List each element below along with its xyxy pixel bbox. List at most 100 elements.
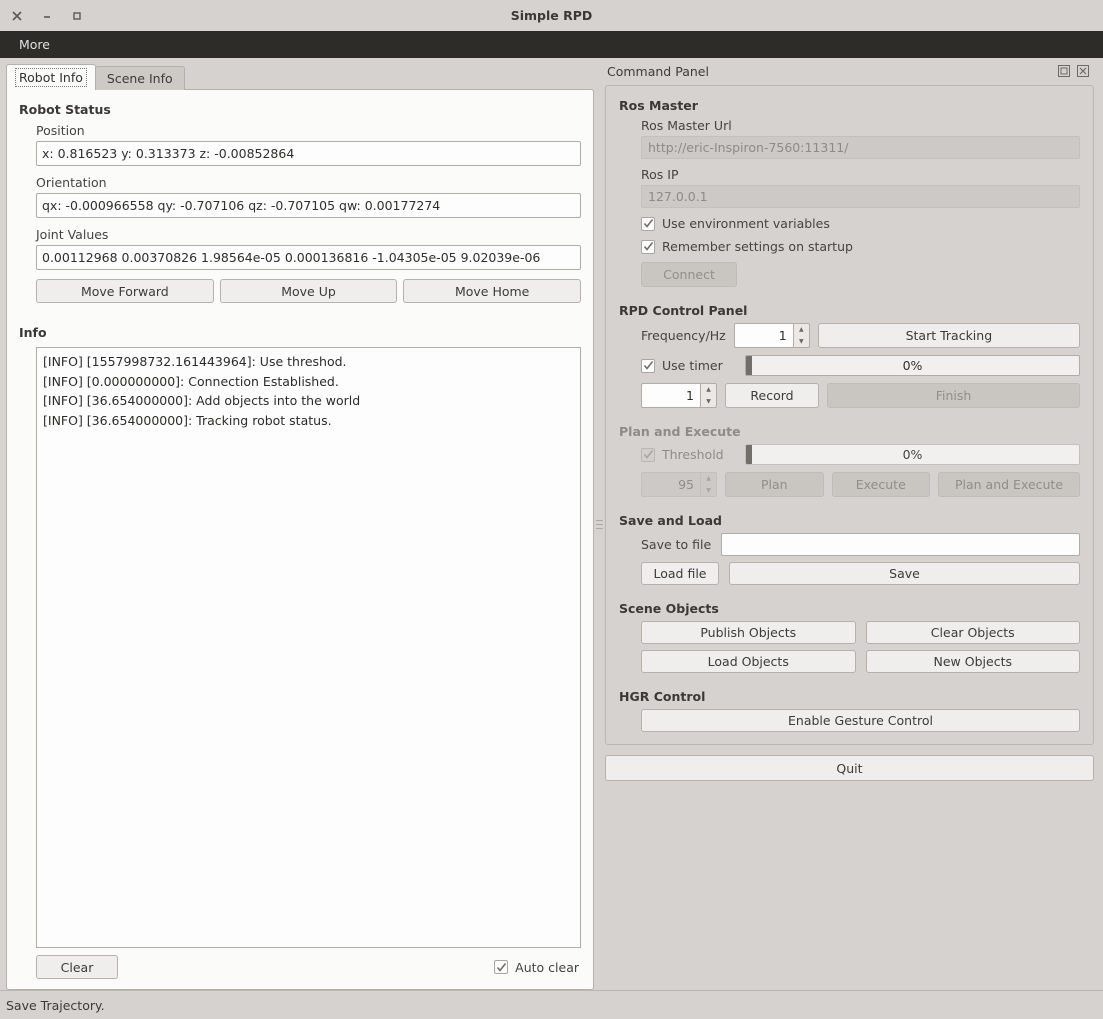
auto-clear-label: Auto clear [515,959,579,975]
statusbar-text: Save Trajectory. [6,997,105,1013]
pane-splitter[interactable] [594,58,605,990]
start-tracking-button[interactable]: Start Tracking [817,323,1080,348]
robot-status-title: Robot Status [19,102,111,117]
position-field[interactable]: x: 0.816523 y: 0.313373 z: -0.00852864 [36,141,581,166]
use-environment-variables-checkbox[interactable]: Use environment variables [641,216,830,231]
close-icon[interactable] [9,8,25,24]
move-home-button[interactable]: Move Home [403,279,582,303]
clear-log-button[interactable]: Clear [36,955,118,979]
execute-button[interactable]: Execute [831,472,931,497]
threshold-progress-bar: 0% [745,444,1080,465]
record-count-value: 1 [641,383,700,408]
progress-chunk [746,445,752,464]
ros-master-url-field[interactable]: http://eric-Inspiron-7560:11311/ [641,136,1080,159]
threshold-row: Threshold 0% [641,444,1080,465]
minimize-icon[interactable] [39,8,55,24]
save-button[interactable]: Save [729,562,1080,585]
remember-settings-checkbox[interactable]: Remember settings on startup [641,239,853,254]
ros-master-title: Ros Master [619,98,698,113]
threshold-spinbox[interactable]: 95 ▲ ▼ [641,472,717,497]
frequency-spinbox[interactable]: 1 ▲ ▼ [733,323,810,348]
auto-clear-checkbox[interactable]: Auto clear [494,960,579,975]
log-line: [INFO] [1557998732.161443964]: Use thres… [43,354,347,369]
spin-arrows[interactable]: ▲ ▼ [700,472,717,497]
move-up-button[interactable]: Move Up [219,279,398,303]
robot-info-panel: Robot Status Position x: 0.816523 y: 0.3… [6,89,594,990]
use-timer-row: Use timer 0% [641,355,1080,376]
move-buttons-row: Move Forward Move Up Move Home [36,279,582,303]
tab-robot-info[interactable]: Robot Info [6,64,96,90]
window-title: Simple RPD [510,8,593,23]
ros-ip-label: Ros IP [641,167,679,182]
save-to-file-input[interactable] [721,533,1080,556]
threshold-checkbox[interactable]: Threshold [641,447,737,462]
position-label: Position [36,123,85,138]
progress-chunk [746,356,752,375]
checkmark-icon [641,447,655,462]
window-controls [0,8,85,24]
spin-arrows[interactable]: ▲ ▼ [792,323,810,348]
chevron-up-icon[interactable]: ▲ [701,473,716,485]
command-panel-header: Command Panel [605,58,1094,85]
menubar: More [0,31,1103,58]
ros-ip-field[interactable]: 127.0.0.1 [641,185,1080,208]
connect-button[interactable]: Connect [641,262,737,287]
plan-and-execute-button[interactable]: Plan and Execute [938,472,1080,497]
frequency-row: Frequency/Hz 1 ▲ ▼ Start Tracking [641,323,1080,348]
save-to-file-label: Save to file [641,537,712,552]
frequency-label: Frequency/Hz [641,328,726,343]
use-timer-checkbox[interactable]: Use timer [641,358,737,373]
quit-button[interactable]: Quit [605,755,1094,781]
statusbar: Save Trajectory. [0,990,1103,1019]
chevron-down-icon[interactable]: ▼ [794,336,809,348]
chevron-up-icon[interactable]: ▲ [794,324,809,336]
command-panel-box: Ros Master Ros Master Url http://eric-In… [605,85,1094,745]
maximize-icon[interactable] [69,8,85,24]
checkmark-icon [641,216,655,231]
info-log[interactable]: [INFO] [1557998732.161443964]: Use thres… [36,347,581,948]
move-forward-button[interactable]: Move Forward [36,279,214,303]
checkmark-icon [641,239,655,254]
close-icon[interactable] [1076,64,1091,79]
command-panel-title: Command Panel [607,64,709,79]
remember-settings-row: Remember settings on startup [641,239,1080,255]
checkmark-icon [641,358,655,373]
application-window: Simple RPD More Robot Info Scene Info Ro… [0,0,1103,1019]
frequency-value: 1 [733,323,793,348]
new-objects-button[interactable]: New Objects [865,650,1080,673]
log-line: [INFO] [0.000000000]: Connection Establi… [43,373,339,389]
clear-objects-button[interactable]: Clear Objects [865,621,1080,644]
float-icon[interactable] [1057,64,1072,79]
load-save-row: Load file Save [641,562,1080,585]
publish-objects-button[interactable]: Publish Objects [641,621,856,644]
chevron-down-icon[interactable]: ▼ [701,396,716,408]
menu-item-more[interactable]: More [13,35,56,54]
load-objects-button[interactable]: Load Objects [641,650,856,673]
orientation-label: Orientation [36,175,107,190]
remember-settings-label: Remember settings on startup [662,239,853,254]
log-line: [INFO] [36.654000000]: Add objects into … [43,393,361,408]
timer-progress-bar: 0% [745,355,1080,376]
plan-button[interactable]: Plan [725,472,824,497]
record-button[interactable]: Record [725,383,819,408]
finish-button[interactable]: Finish [827,383,1080,408]
plan-buttons-row: 95 ▲ ▼ Plan Execute Plan and Execute [641,472,1080,497]
orientation-field[interactable]: qx: -0.000966558 qy: -0.707106 qz: -0.70… [36,193,581,218]
right-pane: Command Panel Ros Master Ros Master Url … [605,58,1103,990]
main-body: Robot Info Scene Info Robot Status Posit… [0,58,1103,990]
left-pane: Robot Info Scene Info Robot Status Posit… [0,58,594,990]
record-count-spinbox[interactable]: 1 ▲ ▼ [641,383,717,408]
chevron-down-icon[interactable]: ▼ [701,485,716,497]
joint-values-field[interactable]: 0.00112968 0.00370826 1.98564e-05 0.0001… [36,245,581,270]
tab-robot-info-label: Robot Info [15,68,87,87]
tab-scene-info[interactable]: Scene Info [94,66,185,90]
save-and-load-title: Save and Load [619,513,722,528]
ros-master-url-label: Ros Master Url [641,118,732,133]
enable-gesture-control-button[interactable]: Enable Gesture Control [641,709,1080,732]
chevron-up-icon[interactable]: ▲ [701,384,716,396]
log-line: [INFO] [36.654000000]: Tracking robot st… [43,412,332,428]
scene-objects-grid: Publish Objects Clear Objects Load Objec… [641,621,1080,673]
load-file-button[interactable]: Load file [641,562,719,585]
joint-values-label: Joint Values [36,227,109,242]
spin-arrows[interactable]: ▲ ▼ [700,383,717,408]
